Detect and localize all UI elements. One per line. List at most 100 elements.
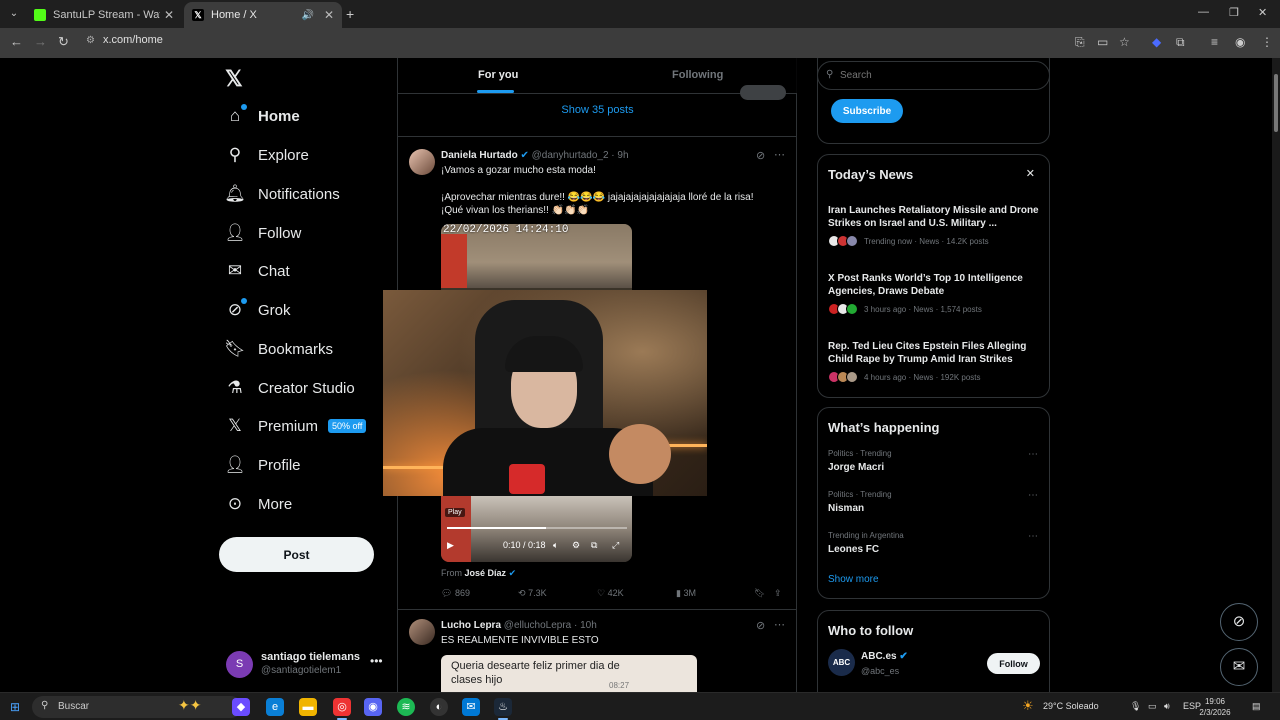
tweet-time[interactable]: · 10h <box>574 620 597 631</box>
reload-icon[interactable]: ↻ <box>58 34 69 50</box>
minimize-icon[interactable]: — <box>1198 6 1209 18</box>
share-icon[interactable]: ⇪ <box>774 588 782 599</box>
steam-icon[interactable]: ♨ <box>494 698 512 716</box>
tweet-time[interactable]: · 9h <box>611 150 628 161</box>
like-button[interactable]: ♡ 42K <box>597 588 624 599</box>
video-progress-bar[interactable] <box>447 527 627 529</box>
tab-close-icon[interactable]: ✕ <box>164 8 174 22</box>
media-control-icon[interactable]: ≡ <box>1211 35 1218 49</box>
messages-fab-icon[interactable]: ✉ <box>1220 648 1258 686</box>
more-dots-icon[interactable]: ⋯ <box>774 148 785 161</box>
nav-more[interactable]: ⊙ More <box>224 489 292 519</box>
avatar[interactable] <box>409 619 435 645</box>
extensions-icon[interactable]: ⧉ <box>1176 35 1185 50</box>
author-handle[interactable]: @danyhurtado_2 <box>532 150 609 161</box>
pip-video-overlay[interactable] <box>383 290 707 496</box>
file-explorer-icon[interactable]: ▬ <box>299 698 317 716</box>
volume-icon[interactable]: 🔊︎ <box>1164 701 1170 712</box>
avatar[interactable]: ABC <box>828 649 855 676</box>
nav-chat[interactable]: ✉ Chat <box>224 256 290 286</box>
news-item[interactable]: Iran Launches Retaliatory Missile and Dr… <box>828 204 1040 247</box>
news-item[interactable]: X Post Ranks World’s Top 10 Intelligence… <box>828 272 1040 315</box>
grok-explain-icon[interactable]: ⊘ <box>756 619 765 632</box>
more-dots-icon[interactable]: ••• <box>370 654 383 668</box>
volume-icon[interactable]: 🔈︎ <box>553 540 558 551</box>
author-handle[interactable]: @elluchoLepra <box>504 620 571 631</box>
nav-bookmarks[interactable]: 🔖︎ Bookmarks <box>224 334 333 364</box>
chrome-icon[interactable]: ◎ <box>333 698 351 716</box>
more-dots-icon[interactable]: ⋯ <box>774 618 785 631</box>
profile-icon[interactable]: ◉ <box>1235 35 1245 49</box>
weather-text[interactable]: 29°C Soleado <box>1043 701 1099 711</box>
taskbar-search[interactable]: ⚲ Buscar ✦✦ <box>32 696 242 718</box>
settings-icon[interactable]: ⚙ <box>572 540 580 551</box>
microphone-icon[interactable]: 🎙︎ <box>1130 701 1141 712</box>
post-button[interactable]: Post <box>219 537 374 572</box>
notifications-icon[interactable]: ▤ <box>1252 701 1261 712</box>
tab-search-icon[interactable]: ⌄ <box>6 6 22 22</box>
new-tab-icon[interactable]: + <box>346 6 354 22</box>
views-button[interactable]: ▮ 3M <box>676 588 696 599</box>
edge-icon[interactable]: e <box>266 698 284 716</box>
scrollbar-thumb[interactable] <box>1274 74 1278 132</box>
pip-icon[interactable]: ⧉ <box>591 540 597 551</box>
news-item[interactable]: Rep. Ted Lieu Cites Epstein Files Allegi… <box>828 340 1040 383</box>
trend-item[interactable]: Trending in Argentina Leones FC ⋯ <box>828 531 1040 555</box>
back-icon[interactable]: ← <box>10 34 23 49</box>
restore-icon[interactable]: ❐ <box>1229 6 1239 19</box>
tweet-image[interactable]: Queria desearte feliz primer dia de clas… <box>441 655 697 692</box>
browser-tab-x-home[interactable]: 𝕏 Home / X 🔊 ✕ <box>184 2 342 28</box>
search-input[interactable] <box>817 61 1050 90</box>
trend-item[interactable]: Politics · Trending Nisman ⋯ <box>828 490 1040 514</box>
nav-premium[interactable]: 𝕏 Premium 50% off <box>224 411 367 441</box>
page-scrollbar[interactable] <box>1272 58 1280 692</box>
tab-following[interactable]: Following <box>672 69 723 81</box>
outlook-icon[interactable]: ✉ <box>462 698 480 716</box>
close-window-icon[interactable]: ✕ <box>1258 6 1267 19</box>
more-dots-icon[interactable]: ⋯ <box>1028 449 1038 460</box>
discord-icon[interactable]: ◉ <box>364 698 382 716</box>
windows-start-icon[interactable]: ⊞ <box>10 700 20 714</box>
network-icon[interactable]: ▭ <box>1148 701 1157 712</box>
more-dots-icon[interactable]: ⋯ <box>1028 490 1038 501</box>
speaker-icon[interactable]: 🔊 <box>301 10 313 21</box>
source-author[interactable]: José Díaz <box>465 568 507 578</box>
play-icon[interactable]: ▶ <box>447 540 454 551</box>
obs-icon[interactable]: ◐ <box>430 698 448 716</box>
install-app-icon[interactable]: ▭ <box>1097 35 1108 49</box>
reply-button[interactable]: 💬︎ 869 <box>441 588 470 599</box>
nav-explore[interactable]: ⚲ Explore <box>224 140 309 170</box>
nav-grok[interactable]: ⊘ Grok <box>224 295 291 325</box>
follow-button[interactable]: Follow <box>987 653 1040 674</box>
x-logo-icon[interactable]: 𝕏 <box>225 66 243 92</box>
tab-close-icon[interactable]: ✕ <box>324 8 334 22</box>
account-switcher[interactable]: S santiago tielemans @santiagotielem1 ••… <box>226 648 386 684</box>
browser-tab-stream[interactable]: SantuLP Stream - Watch Live on ✕ <box>26 2 182 28</box>
more-dots-icon[interactable]: ⋯ <box>1028 531 1038 542</box>
suggested-account-name[interactable]: ABC.es ✔ <box>861 651 908 662</box>
author-name[interactable]: Lucho Lepra <box>441 620 501 631</box>
subscribe-button[interactable]: Subscribe <box>831 99 903 123</box>
bookmark-icon[interactable]: 🔖︎ <box>754 588 765 599</box>
tab-for-you[interactable]: For you <box>478 69 518 81</box>
nav-profile[interactable]: 👤︎ Profile <box>224 450 300 480</box>
repost-button[interactable]: ⟲ 7.3K <box>518 588 547 599</box>
nav-creator-studio[interactable]: ⚗ Creator Studio <box>224 373 354 403</box>
grok-explain-icon[interactable]: ⊘ <box>756 149 765 162</box>
nav-follow[interactable]: 👤︎ Follow <box>224 218 301 248</box>
show-more-link[interactable]: Show more <box>828 574 879 585</box>
forward-icon[interactable]: → <box>34 34 47 49</box>
copilot-icon[interactable]: ◆ <box>232 698 250 716</box>
new-posts-pill[interactable] <box>740 85 786 100</box>
author-name[interactable]: Daniela Hurtado <box>441 150 518 161</box>
url-field[interactable]: ⚙ x.com/home <box>86 34 163 46</box>
grok-fab-icon[interactable]: ⊘ <box>1220 603 1258 641</box>
fullscreen-icon[interactable]: ⤢ <box>612 540 619 551</box>
taskbar-clock[interactable]: 19:06 2/3/2026 <box>1196 696 1234 718</box>
show-new-posts-link[interactable]: Show 35 posts <box>398 104 797 116</box>
extension-shield-icon[interactable]: ◆ <box>1152 35 1161 49</box>
site-info-icon[interactable]: ⚙ <box>86 35 95 46</box>
menu-icon[interactable]: ⋮ <box>1261 35 1273 49</box>
trend-item[interactable]: Politics · Trending Jorge Macri ⋯ <box>828 449 1040 473</box>
avatar[interactable] <box>409 149 435 175</box>
